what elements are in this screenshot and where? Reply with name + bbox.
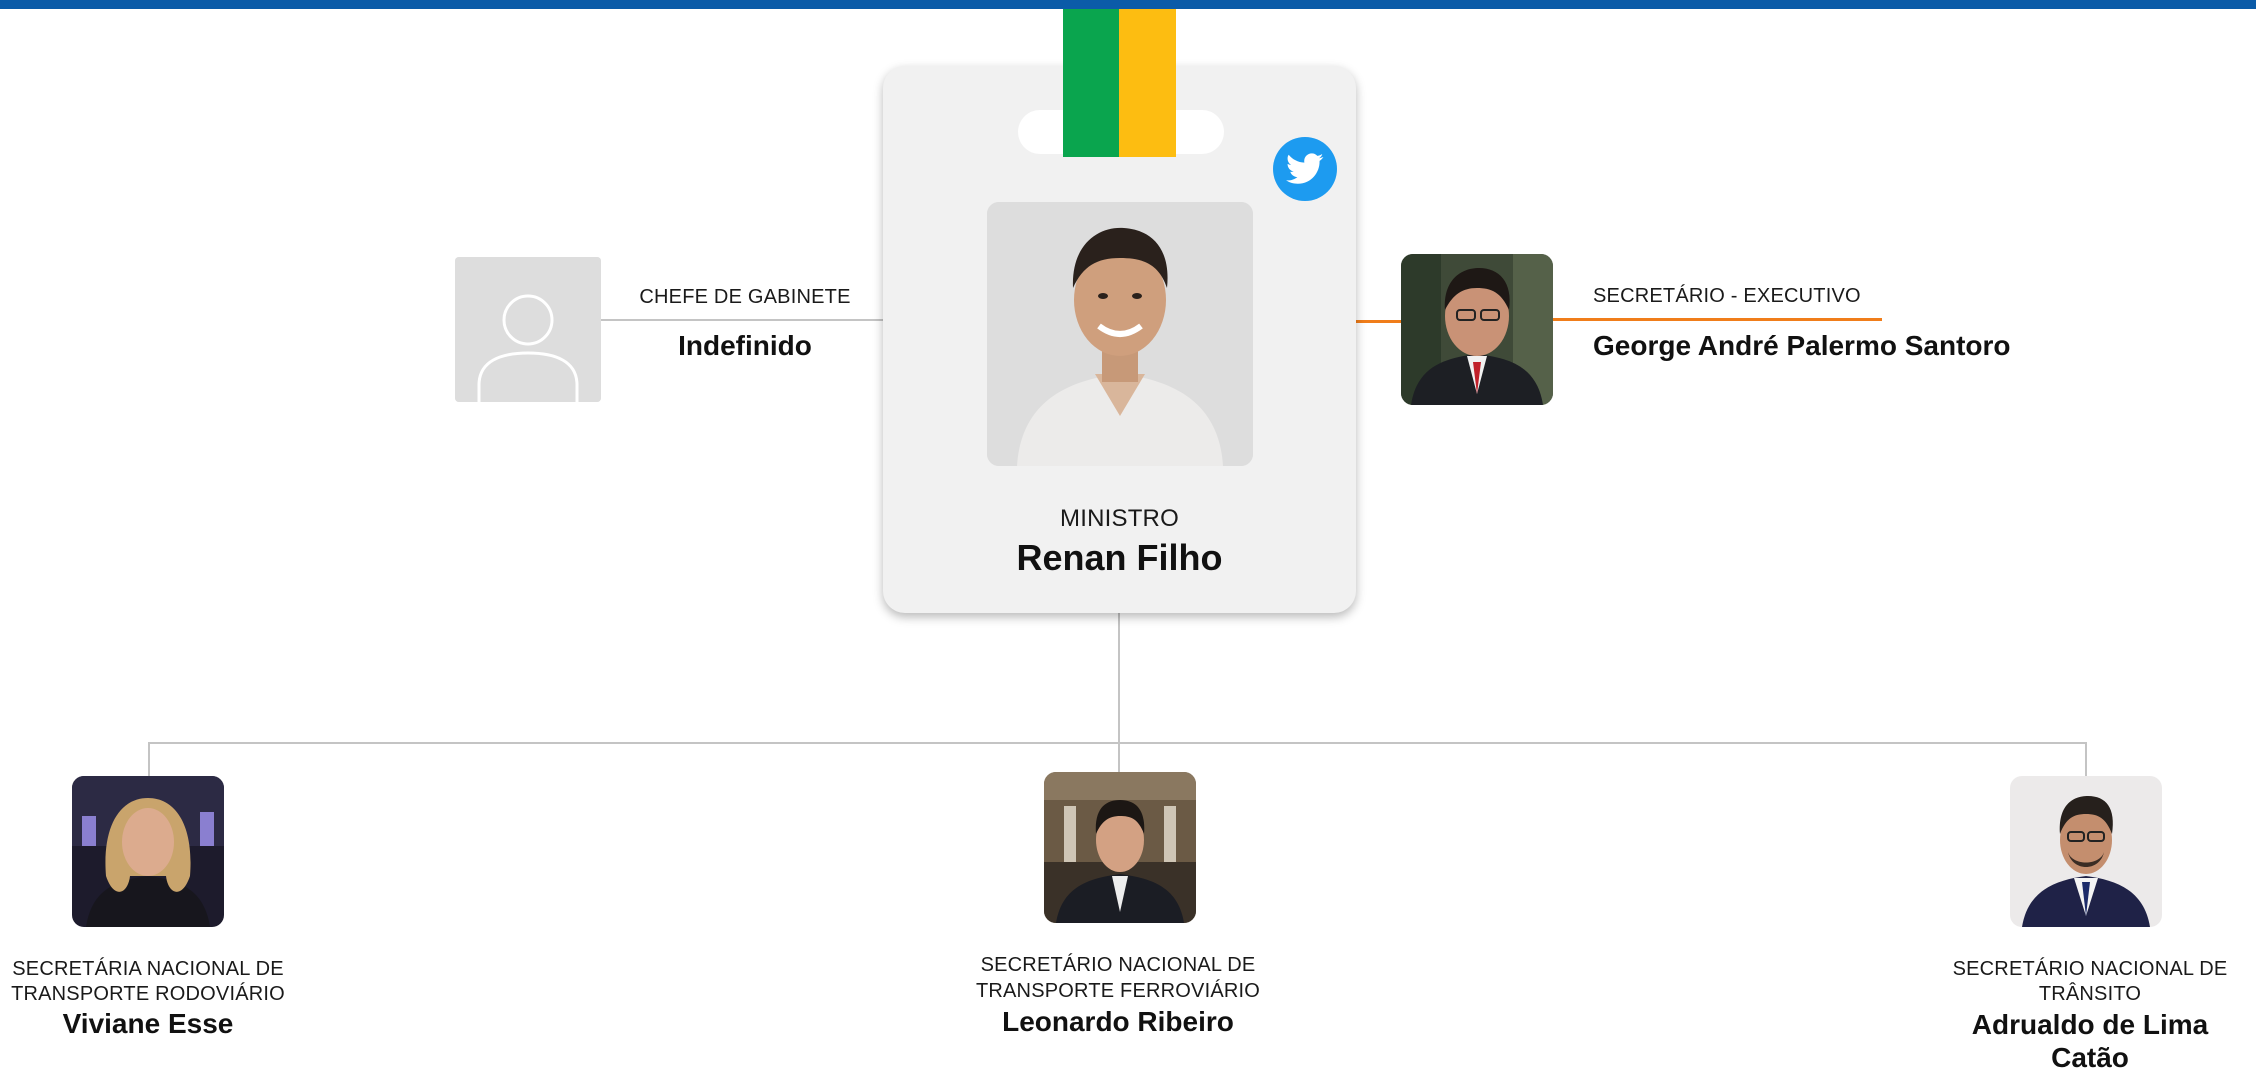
- secretary-role-3-line1: SECRETÁRIO NACIONAL DE: [1952, 958, 2228, 980]
- executive-secretary-role: SECRETÁRIO - EXECUTIVO: [1593, 285, 1861, 307]
- connector-executive: [1356, 320, 1402, 323]
- secretary-photo-2: [1044, 772, 1196, 923]
- twitter-icon[interactable]: [1273, 137, 1337, 201]
- secretary-role-2-line2: TRANSPORTE FERROVIÁRIO: [975, 980, 1261, 1002]
- secretary-name-3-line2: Catão: [2051, 1042, 2129, 1073]
- chief-of-staff-photo: [455, 257, 601, 402]
- secretary-role-3-line2: TRÂNSITO: [2038, 983, 2142, 1005]
- org-chart: MINISTRO Renan Filho CHEFE DE GABINETE I…: [0, 0, 2256, 1073]
- top-accent-bar: [0, 0, 2256, 9]
- secretary-role-2-line1: SECRETÁRIO NACIONAL DE: [980, 954, 1256, 976]
- secretary-name-1: Viviane Esse: [62, 1008, 234, 1039]
- secretary-role-1-line2: TRANSPORTE RODOVIÁRIO: [11, 983, 285, 1005]
- minister-photo: [987, 202, 1253, 466]
- executive-secretary-name: George André Palermo Santoro: [1593, 330, 2011, 361]
- connector-horizontal: [148, 742, 2086, 744]
- secretary-name-3-line1: Adrualdo de Lima: [1971, 1009, 2209, 1040]
- connector-drop-left: [148, 742, 150, 776]
- chief-of-staff-name: Indefinido: [678, 330, 812, 361]
- user-placeholder-icon: [455, 257, 601, 402]
- secretary-role-1-line1: SECRETÁRIA NACIONAL DE: [12, 958, 284, 980]
- connector-trunk: [1118, 613, 1120, 773]
- ribbon-yellow-stripe: [1119, 9, 1176, 157]
- executive-secretary-photo: [1401, 254, 1553, 405]
- minister-name: Renan Filho: [1016, 537, 1223, 578]
- connector-drop-right: [2085, 742, 2087, 776]
- connector-chief: [600, 319, 883, 321]
- chief-of-staff-role: CHEFE DE GABINETE: [639, 286, 851, 308]
- secretary-photo-1: [72, 776, 224, 927]
- ribbon-green-stripe: [1063, 9, 1119, 157]
- secretary-photo-3: [2010, 776, 2162, 927]
- connector-executive-underline: [1553, 318, 1882, 321]
- lanyard-ribbon: [1063, 9, 1176, 157]
- minister-role: MINISTRO: [1060, 505, 1179, 532]
- secretary-name-2: Leonardo Ribeiro: [1002, 1006, 1234, 1037]
